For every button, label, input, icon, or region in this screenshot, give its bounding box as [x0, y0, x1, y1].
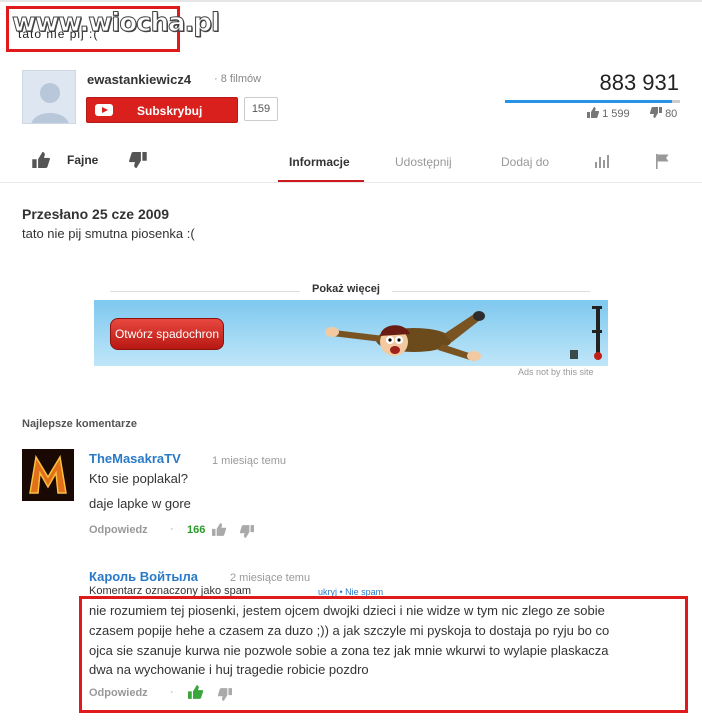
skydiver-illustration [325, 311, 485, 361]
tab-add-to[interactable]: Dodaj do [501, 155, 549, 169]
channel-name[interactable]: ewastankiewicz4 [87, 72, 191, 87]
like-count-text: 1 599 [602, 108, 630, 120]
flag-icon [656, 154, 669, 169]
thumbs-down-icon [129, 152, 147, 168]
bar-chart-icon [595, 155, 609, 168]
separator-dot: · [170, 523, 174, 535]
thumbs-down-icon [650, 107, 662, 118]
comment-avatar[interactable] [22, 449, 74, 501]
reply-button[interactable]: Odpowiedz [89, 687, 148, 699]
comment-dislike-button[interactable] [239, 525, 254, 543]
comment-like-button[interactable] [212, 523, 227, 541]
like-ratio-bar [505, 100, 680, 103]
ad-button[interactable]: Otwórz spadochron [110, 318, 224, 350]
video-count: · 8 filmów [214, 73, 262, 85]
video-description: tato nie pij smutna piosenka :( [22, 226, 195, 241]
thumbs-down-icon [239, 525, 254, 538]
comment-text-line: dwa na wychowanie i huj tragedie robicie… [89, 662, 369, 677]
thumbs-up-icon [587, 107, 599, 118]
channel-avatar[interactable] [22, 70, 76, 124]
comment-text-line: daje lapke w gore [89, 496, 191, 511]
flaming-m-logo [22, 449, 74, 501]
comment-time[interactable]: 1 miesiąc temu [212, 455, 286, 467]
report-button[interactable] [655, 153, 671, 174]
comment-text-line: czasem popije hehe a czasem za duzo ;)) … [89, 623, 610, 638]
comment-text-line: Kto sie poplakal? [89, 471, 189, 486]
subscribe-label: Subskrybuj [137, 104, 203, 118]
tab-informacje[interactable]: Informacje [289, 155, 350, 169]
comment-dislike-button[interactable] [217, 688, 232, 706]
default-user-icon [23, 71, 75, 123]
ad-disclaimer: Ads not by this site [518, 367, 594, 377]
thumbs-up-icon [188, 685, 204, 699]
dislike-count-text: 80 [665, 108, 678, 120]
view-count: 883 931 [599, 70, 679, 95]
comment-author[interactable]: Кароль Войтыла [89, 569, 198, 584]
thumbs-up-icon [32, 152, 50, 168]
like-ratio-fill [505, 100, 672, 103]
show-more-button[interactable]: Pokaż więcej [300, 283, 392, 295]
separator-dot: · [170, 686, 174, 698]
comments-heading: Najlepsze komentarze [22, 418, 137, 430]
stats-button[interactable] [594, 154, 610, 173]
like-button[interactable] [32, 152, 50, 173]
comment-text-line: nie rozumiem tej piosenki, jestem ojcem … [89, 603, 605, 618]
reply-button[interactable]: Odpowiedz [89, 524, 148, 536]
comment-time[interactable]: 2 miesiące temu [230, 572, 310, 584]
tabs-divider [0, 182, 702, 183]
altimeter-gauge [570, 306, 602, 360]
comment-like-count: 166 [187, 524, 206, 536]
comment-like-button[interactable] [188, 685, 204, 704]
tab-share[interactable]: Udostępnij [395, 155, 452, 169]
upload-date: Przesłano 25 cze 2009 [22, 206, 170, 222]
thumbs-down-icon [217, 688, 232, 701]
thumbs-up-icon [212, 523, 227, 536]
like-label[interactable]: Fajne [67, 153, 98, 167]
youtube-play-icon [95, 104, 113, 116]
comment-author[interactable]: TheMasakraTV [89, 451, 181, 466]
top-border [0, 0, 702, 2]
watermark-logo: www.wiocha.pl [12, 8, 221, 39]
dislike-count: 80 [650, 107, 677, 120]
dislike-button[interactable] [129, 152, 147, 173]
ad-banner[interactable]: Otwórz spadochron [94, 300, 608, 366]
subscribe-button[interactable]: Subskrybuj [86, 97, 238, 123]
subscriber-count: 159 [244, 97, 278, 121]
comment-text-line: ojca sie szanuje kurwa nie pozwole sobie… [89, 643, 609, 658]
like-count: 1 599 [587, 107, 630, 120]
